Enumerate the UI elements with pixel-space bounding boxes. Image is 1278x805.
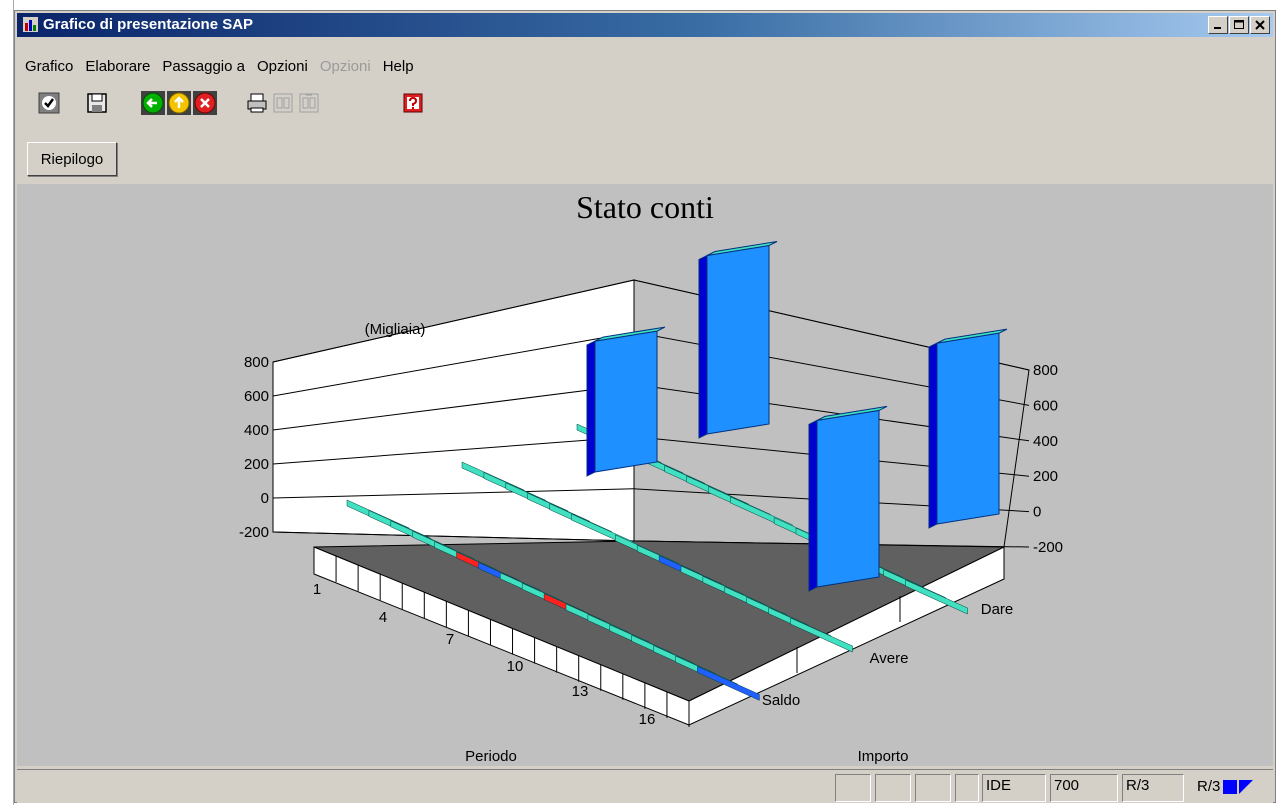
window-title: Grafico di presentazione SAP [43,16,254,33]
chart-area: Stato conti 800 800 600 600 400 400 200 200 0 0 -2… [17,184,1273,766]
chart-bar-side [928,342,938,529]
chart-bar-side [808,419,818,592]
menu-elaborare[interactable]: Elaborare [85,58,150,75]
z-tick-right: 200 [1033,468,1058,485]
sap-graphic-icon [23,17,38,32]
status-system-label: R/3 [1197,778,1221,795]
chart-bar-side [698,254,708,439]
back-icon[interactable] [139,89,167,117]
y-axis-label: Importo [858,748,909,765]
up-icon[interactable] [165,89,193,117]
z-tick-left: 400 [244,422,269,439]
menu-opzioni[interactable]: Opzioni [257,58,308,75]
x-axis-label: Periodo [465,748,517,765]
period-tick-label: 4 [379,609,387,626]
status-field-2 [875,774,911,802]
series-tick-label: Avere [870,650,909,667]
period-tick-label: 13 [572,683,589,700]
chart-3d: 800 800 600 600 400 400 200 200 0 0 -200 -200 (Migli… [239,241,1063,765]
chart-bar [936,332,1000,525]
z-tick-right: 0 [1033,504,1041,521]
z-tick-left: 600 [244,388,269,405]
menu-grafico[interactable]: Grafico [25,58,73,75]
chart-bar [816,409,880,588]
menu-bar: Grafico Elaborare Passaggio a Opzioni Op… [25,58,414,75]
series-tick-label: Dare [981,601,1014,618]
period-tick-label: 10 [507,658,524,675]
z-tick-right: 800 [1033,362,1058,379]
title-bar[interactable]: Grafico di presentazione SAP [17,13,1273,37]
print-icon[interactable] [243,89,271,117]
status-field-3 [915,774,951,802]
z-tick-right: -200 [1033,539,1063,556]
z-tick-right: 600 [1033,397,1058,414]
status-field-4 [955,774,979,802]
maximize-icon[interactable] [1229,16,1249,34]
save-icon[interactable] [83,89,111,117]
z-tick-right: 400 [1033,433,1058,450]
status-bar: IDE 700 R/3 R/3 [17,769,1273,803]
z-tick-left: 200 [244,456,269,473]
chart-bar [706,244,770,435]
chart-bar [594,330,658,473]
period-tick-label: 7 [446,631,454,648]
menu-passaggio-a[interactable]: Passaggio a [162,58,245,75]
riepilogo-button[interactable]: Riepilogo [27,142,117,176]
close-icon[interactable] [1250,16,1270,34]
z-tick-left: 0 [261,490,269,507]
status-system-field: R/3 [1122,774,1184,802]
unit-label: (Migliaia) [365,321,426,338]
minimize-icon[interactable] [1208,16,1228,34]
help-icon[interactable] [399,89,427,117]
chart-bar-side [586,340,596,477]
status-client-field: IDE [982,774,1046,802]
status-field-1 [835,774,871,802]
check-icon[interactable] [35,89,63,117]
sap-logo-icon [1223,780,1253,794]
cancel-icon[interactable] [191,89,219,117]
menu-help[interactable]: Help [383,58,414,75]
sap-graphics-window: Grafico di presentazione SAP Grafico Ela… [14,10,1276,803]
z-tick-left: -200 [239,524,269,541]
menu-opzioni-disabled: Opzioni [319,58,371,75]
z-tick-left: 800 [244,354,269,371]
find-next-icon [295,89,323,117]
series-tick-label: Saldo [762,692,800,709]
period-tick-label: 16 [639,711,656,728]
chart-left-wall [272,279,635,542]
desktop-edge [0,0,14,805]
period-tick-label: 1 [313,581,321,598]
status-number-field: 700 [1050,774,1118,802]
find-icon [269,89,297,117]
